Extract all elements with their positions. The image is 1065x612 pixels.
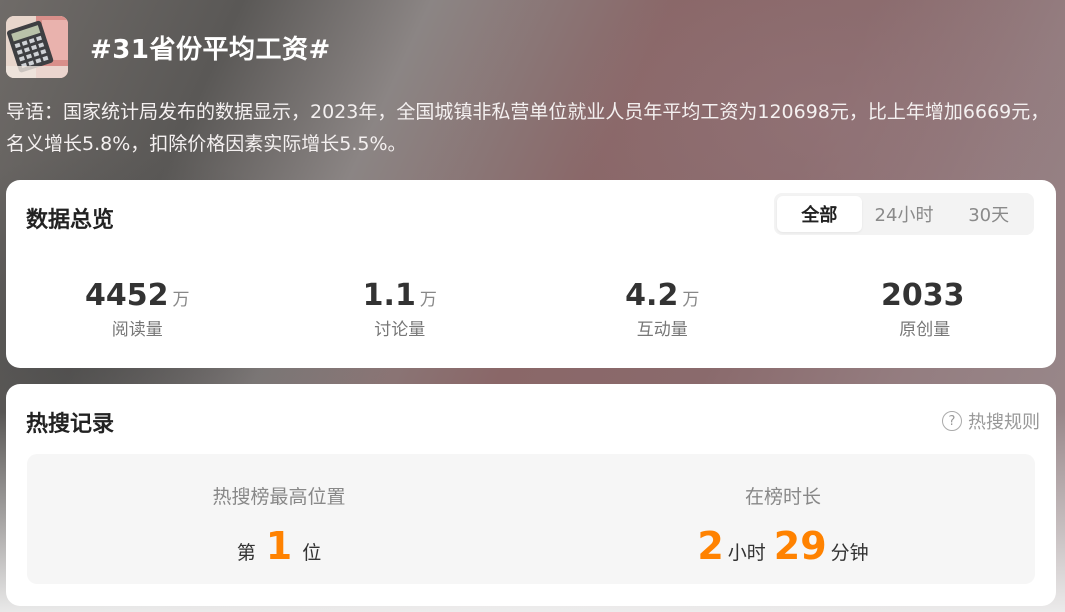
topic-header: #31省份平均工资# [6, 16, 331, 78]
stats-row: 4452 万 阅读量 1.1 万 讨论量 4.2 万 互动量 2033 原创量 [6, 278, 1056, 340]
overview-title: 数据总览 [26, 208, 115, 233]
hot-search-title: 热搜记录 [26, 412, 115, 437]
topic-title: #31省份平均工资# [90, 34, 331, 65]
duration-label: 在榜时长 [744, 486, 821, 508]
topic-cover-image [6, 16, 68, 78]
overview-card: 数据总览 全部 24小时 30天 4452 万 阅读量 1.1 万 讨论量 4.… [6, 180, 1056, 368]
stat-reads: 4452 万 阅读量 [6, 278, 269, 340]
minutes-unit: 分钟 [830, 542, 869, 564]
rank-suffix: 位 [302, 542, 322, 564]
stat-label: 互动量 [636, 320, 688, 340]
on-list-duration: 在榜时长 2 小时 29 分钟 [531, 454, 1035, 584]
stat-unit: 万 [419, 290, 437, 310]
stat-label: 原创量 [899, 320, 951, 340]
tab-24h[interactable]: 24小时 [862, 196, 947, 232]
stat-value: 2033 [881, 278, 965, 313]
hot-search-record-box: 热搜榜最高位置 第 1 位 在榜时长 2 小时 29 分钟 [27, 454, 1035, 584]
stat-label: 讨论量 [374, 320, 426, 340]
question-circle-icon: ? [942, 411, 962, 431]
stat-original: 2033 原创量 [794, 278, 1057, 340]
stat-interactions: 4.2 万 互动量 [531, 278, 794, 340]
hot-search-card: 热搜记录 ? 热搜规则 热搜榜最高位置 第 1 位 在榜时长 2 小时 29 分… [6, 384, 1056, 606]
topic-intro: 导语：国家统计局发布的数据显示，2023年，全国城镇非私营单位就业人员年平均工资… [6, 101, 1050, 155]
time-range-tabs: 全部 24小时 30天 [774, 193, 1034, 235]
tab-30d[interactable]: 30天 [946, 196, 1031, 232]
stat-label: 阅读量 [111, 320, 163, 340]
stat-value: 4.2 [625, 278, 679, 313]
calculator-money-icon [6, 16, 68, 78]
duration-hours: 2 [697, 524, 724, 568]
stat-discussions: 1.1 万 讨论量 [269, 278, 532, 340]
stat-unit: 万 [172, 290, 190, 310]
highest-position-label: 热搜榜最高位置 [212, 486, 346, 508]
hot-search-rules-link[interactable]: ? 热搜规则 [942, 408, 1040, 434]
rank-prefix: 第 [236, 542, 256, 564]
rules-label: 热搜规则 [968, 412, 1040, 433]
tab-all[interactable]: 全部 [777, 196, 862, 232]
stat-unit: 万 [682, 290, 700, 310]
stat-value: 4452 [85, 278, 169, 313]
hours-unit: 小时 [727, 542, 766, 564]
duration-minutes: 29 [773, 524, 827, 568]
highest-position: 热搜榜最高位置 第 1 位 [27, 454, 531, 584]
rank-value: 1 [265, 524, 293, 568]
stat-value: 1.1 [362, 278, 416, 313]
